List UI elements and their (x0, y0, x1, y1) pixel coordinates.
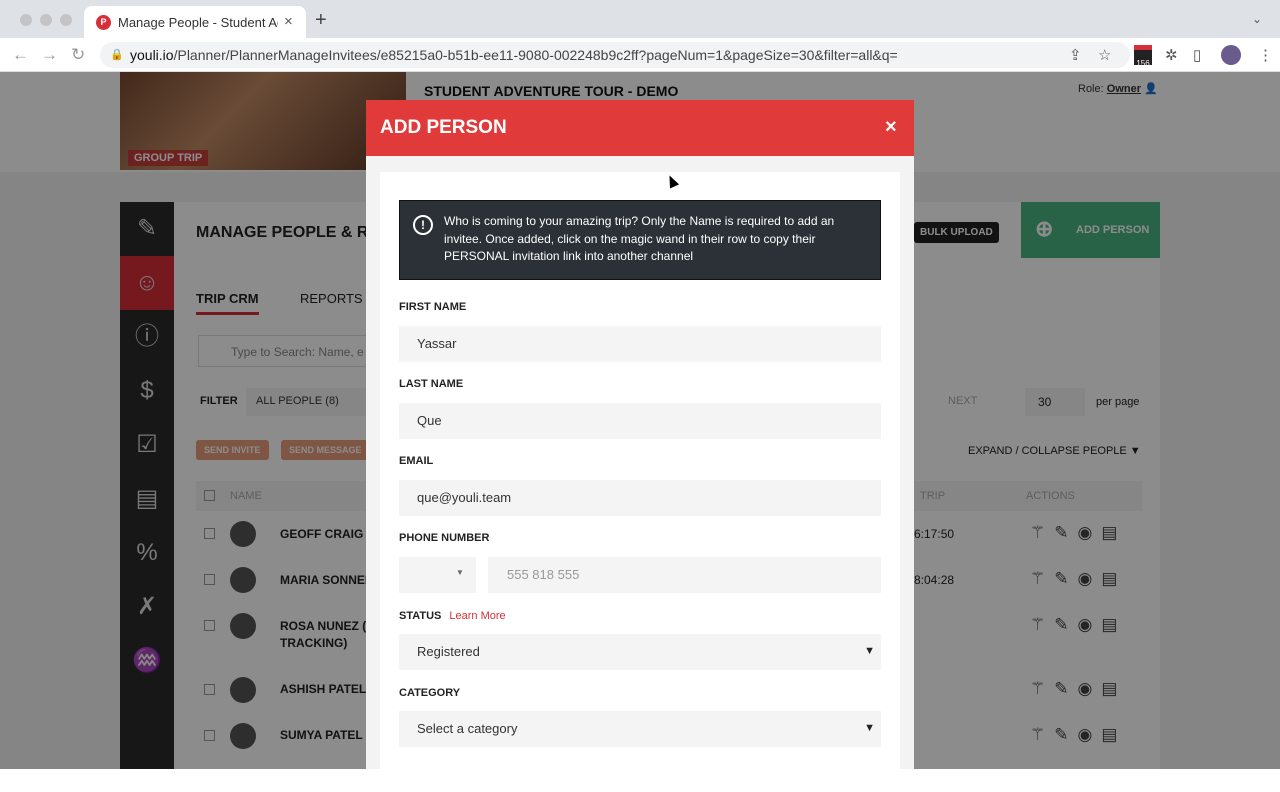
first-name-field[interactable]: Yassar (399, 326, 881, 362)
last-name-label: LAST NAME (399, 378, 464, 390)
notice-text: Who is coming to your amazing trip? Only… (444, 214, 835, 263)
forward-icon[interactable]: → (41, 45, 58, 65)
lock-icon: 🔒 (110, 49, 124, 61)
phone-field[interactable]: 555 818 555 (488, 557, 881, 593)
status-select[interactable]: Registered ▼ (399, 634, 881, 670)
add-person-modal: ADD PERSON × ! Who is coming to your ama… (366, 100, 914, 792)
star-icon[interactable]: ☆ (1098, 46, 1111, 64)
first-name-label: FIRST NAME (399, 301, 467, 313)
category-select[interactable]: Select a category ▼ (399, 711, 881, 747)
learn-more-link[interactable]: Learn More (449, 610, 505, 622)
modal-header: ADD PERSON × (366, 100, 914, 156)
tab-title: Manage People - Student Adve (118, 15, 278, 30)
country-code-select[interactable]: ▼ (399, 557, 476, 593)
sidepanel-icon[interactable]: ▯ (1193, 46, 1201, 64)
phone-label: PHONE NUMBER (399, 532, 490, 544)
caret-down-icon: ▼ (864, 722, 875, 734)
status-label: STATUS Learn More (399, 610, 506, 622)
browser-chrome: P Manage People - Student Adve × + ⌄ ← →… (0, 0, 1280, 72)
more-icon[interactable]: ⋮ (1258, 46, 1273, 64)
info-notice: ! Who is coming to your amazing trip? On… (399, 200, 881, 280)
reload-icon[interactable]: ↻ (71, 45, 85, 65)
modal-title: ADD PERSON (380, 117, 507, 138)
window-zoom-dot[interactable] (60, 14, 72, 26)
url-text: youli.io/Planner/PlannerManageInvitees/e… (130, 47, 898, 63)
browser-tab[interactable]: P Manage People - Student Adve × (84, 6, 306, 39)
window-minimize-dot[interactable] (40, 14, 52, 26)
youli-favicon-icon: P (96, 15, 111, 30)
browser-toolbar: ← → ↻ 🔒 youli.io/Planner/PlannerManageIn… (0, 38, 1280, 72)
chevron-down-icon[interactable]: ⌄ (1252, 12, 1262, 26)
calendar-extension-icon[interactable]: 156 (1134, 45, 1152, 68)
modal-body: ! Who is coming to your amazing trip? On… (380, 172, 900, 792)
close-icon[interactable]: × (885, 116, 897, 139)
profile-avatar[interactable] (1221, 45, 1241, 65)
email-field[interactable]: que@youli.team (399, 480, 881, 516)
puzzle-icon[interactable]: ✲ (1165, 46, 1178, 64)
close-tab-icon[interactable]: × (284, 13, 293, 30)
back-icon[interactable]: ← (12, 45, 29, 65)
email-label: EMAIL (399, 455, 434, 467)
chevron-down-icon: ▼ (456, 568, 464, 577)
share-icon[interactable]: ⇪ (1069, 46, 1082, 64)
category-label: CATEGORY (399, 687, 461, 699)
last-name-field[interactable]: Que (399, 403, 881, 439)
tab-bar: P Manage People - Student Adve × + ⌄ (0, 0, 1280, 39)
new-tab-icon[interactable]: + (315, 9, 327, 32)
address-bar[interactable]: 🔒 youli.io/Planner/PlannerManageInvitees… (100, 42, 1130, 68)
exclamation-icon: ! (413, 215, 433, 235)
window-close-dot[interactable] (20, 14, 32, 26)
caret-down-icon: ▼ (864, 645, 875, 657)
